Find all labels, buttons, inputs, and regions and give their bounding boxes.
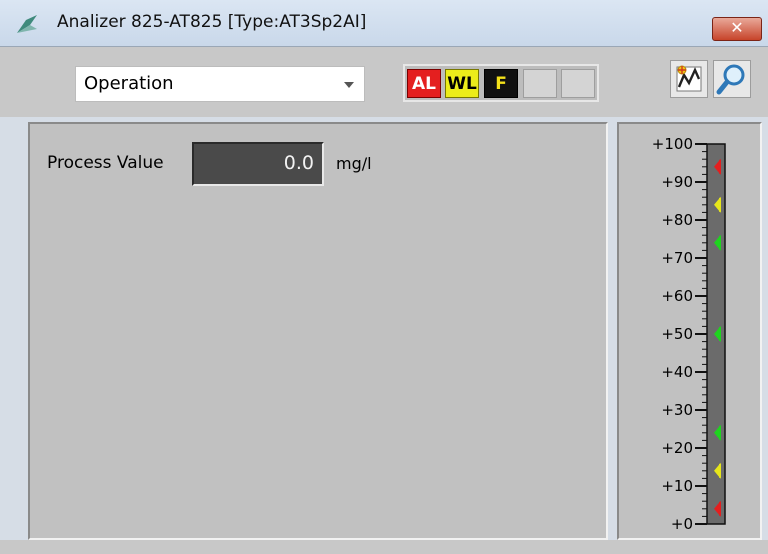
- title-bar[interactable]: Analizer 825-AT825 [Type:AT3Sp2AI] ✕: [0, 0, 768, 47]
- mode-select[interactable]: Operation: [75, 66, 365, 102]
- process-value-unit: mg/l: [336, 154, 372, 173]
- window-title: Analizer 825-AT825 [Type:AT3Sp2AI]: [57, 12, 367, 32]
- close-icon: ✕: [730, 18, 744, 37]
- faceplate-window: Analizer 825-AT825 [Type:AT3Sp2AI] ✕ Ope…: [0, 0, 768, 554]
- process-value-display[interactable]: 0.0: [192, 142, 324, 186]
- scale-tick-label: +0: [671, 515, 693, 533]
- scale-tick-label: +30: [661, 401, 693, 419]
- alarm-limit-badge[interactable]: AL: [407, 69, 441, 98]
- empty-badge-2[interactable]: [561, 69, 595, 98]
- scale-tick-label: +50: [661, 325, 693, 343]
- scale-tick-label: +100: [652, 135, 693, 153]
- fault-badge[interactable]: F: [484, 69, 518, 98]
- zoom-button[interactable]: [713, 60, 751, 98]
- scale-tick-label: +90: [661, 173, 693, 191]
- scale-tick-label: +80: [661, 211, 693, 229]
- close-button[interactable]: ✕: [712, 17, 762, 41]
- scale-tick-label: +20: [661, 439, 693, 457]
- scale-tick-label: +60: [661, 287, 693, 305]
- scale-tick-label: +10: [661, 477, 693, 495]
- scale-tick-label: +70: [661, 249, 693, 267]
- chevron-down-icon[interactable]: [344, 82, 354, 88]
- bottom-strip: [0, 540, 768, 554]
- empty-badge-1[interactable]: [523, 69, 557, 98]
- app-icon: [17, 15, 37, 33]
- mode-select-value: Operation: [84, 73, 174, 94]
- status-badges: AL WL F: [403, 64, 599, 102]
- bar-scale: +100 +90 +80 +70 +60 +50 +40 +30 +20 +10 +0: [652, 135, 726, 533]
- scale-tick-label: +40: [661, 363, 693, 381]
- trend-icon: [676, 65, 702, 92]
- magnifier-icon: [716, 64, 745, 95]
- trend-button[interactable]: [670, 60, 708, 98]
- warning-limit-badge[interactable]: WL: [445, 69, 479, 98]
- process-value-label: Process Value: [47, 153, 164, 173]
